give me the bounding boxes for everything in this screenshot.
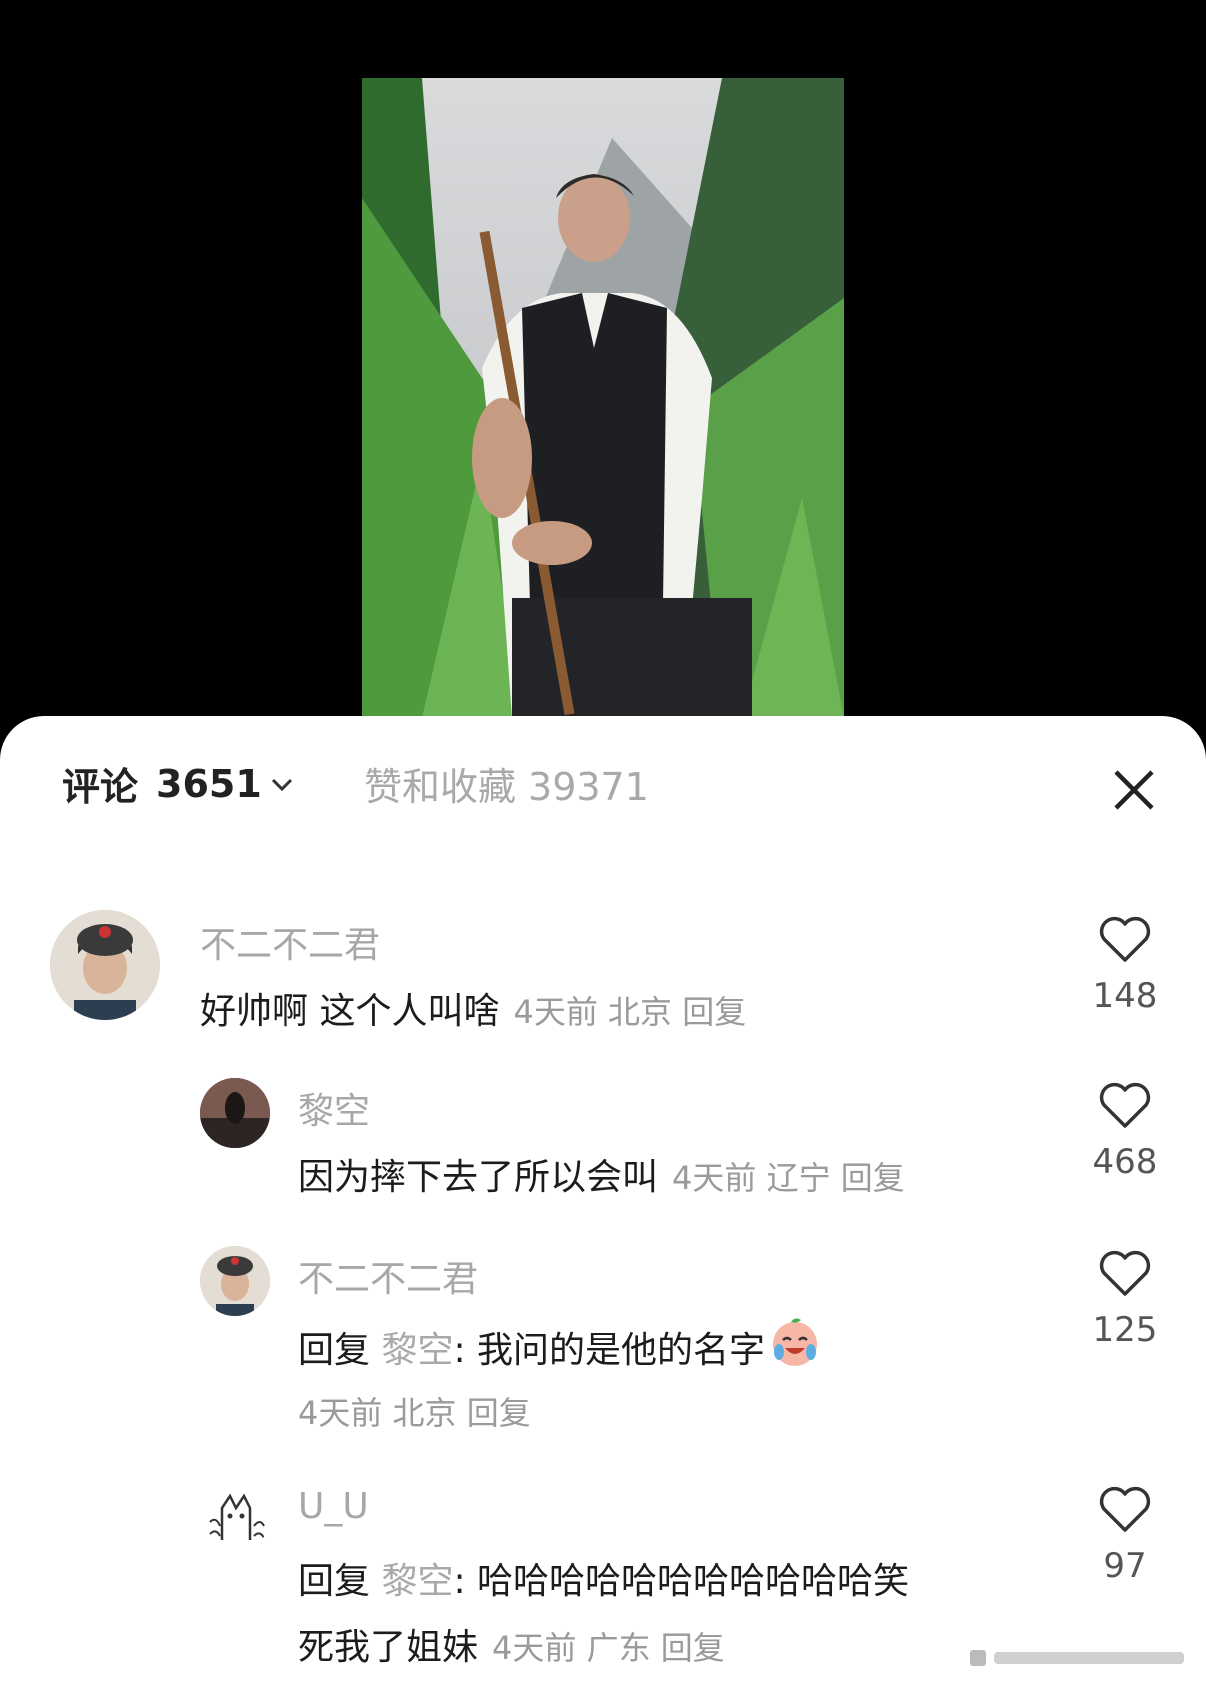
comment-text-row: 好帅啊 这个人叫啥 4天前 北京 回复 [200, 982, 746, 1034]
comment-text: 因为摔下去了所以会叫 [298, 1157, 659, 1198]
comment-username[interactable]: 黎空 [298, 1082, 370, 1134]
like-count: 468 [1092, 1142, 1158, 1182]
comment-text: : 我问的是他的名字 [453, 1330, 766, 1371]
reply-button[interactable]: 回复 [467, 1394, 531, 1432]
heart-icon [1099, 916, 1151, 962]
comment-location: 北京 [608, 993, 673, 1031]
reply-button[interactable]: 回复 [661, 1629, 725, 1667]
like-button[interactable]: 97 [1070, 1486, 1180, 1586]
comment-text-row: 回复 黎空: 我问的是他的名字 [298, 1316, 821, 1373]
heart-icon [1099, 1250, 1151, 1296]
comment-text-line1: : 哈哈哈哈哈哈哈哈哈哈哈笑 [453, 1561, 910, 1602]
comment-username[interactable]: 不二不二君 [200, 916, 380, 968]
comments-count: 3651 [156, 761, 262, 806]
comment-time: 4天前 [298, 1394, 383, 1432]
comment-text-row: 死我了姐妹 4天前 广东 回复 [298, 1618, 725, 1670]
avatar-image [200, 1482, 270, 1552]
video-frame[interactable] [362, 78, 844, 718]
tab-likes-label: 赞和收藏 [364, 765, 517, 809]
reply-button[interactable]: 回复 [841, 1159, 905, 1197]
reply-prefix: 回复 [298, 1561, 371, 1602]
avatar[interactable] [200, 1246, 270, 1316]
avatar-image [200, 1078, 270, 1148]
close-icon[interactable] [1110, 766, 1158, 814]
comment-time: 4天前 [672, 1159, 757, 1197]
reply-button[interactable]: 回复 [682, 993, 746, 1031]
reply-to-user[interactable]: 黎空 [381, 1330, 453, 1371]
like-count: 148 [1092, 976, 1158, 1016]
comment-username[interactable]: U_U [298, 1486, 369, 1527]
tab-comments[interactable]: 评论 3651 [62, 756, 296, 811]
heart-icon [1099, 1486, 1151, 1532]
comment-time: 4天前 [513, 993, 598, 1031]
like-count: 125 [1092, 1310, 1158, 1350]
heart-icon [1099, 1082, 1151, 1128]
reply-prefix: 回复 [298, 1330, 371, 1371]
video-thumbnail [362, 78, 844, 718]
comment-location: 北京 [392, 1394, 457, 1432]
likes-favorites-count: 39371 [528, 765, 649, 809]
like-button[interactable]: 148 [1070, 916, 1180, 1016]
comment-text-row: 因为摔下去了所以会叫 4天前 辽宁 回复 [298, 1148, 905, 1200]
comment-meta-row: 4天前 北京 回复 [298, 1388, 531, 1434]
comment-username[interactable]: 不二不二君 [298, 1250, 478, 1302]
like-button[interactable]: 468 [1070, 1082, 1180, 1182]
crying-laughing-emoji [773, 1318, 818, 1366]
comment-text-row: 回复 黎空: 哈哈哈哈哈哈哈哈哈哈哈笑 [298, 1552, 909, 1604]
comment-location: 辽宁 [766, 1159, 831, 1197]
tab-likes-favorites[interactable]: 赞和收藏 39371 [364, 756, 649, 811]
like-count: 97 [1103, 1546, 1147, 1586]
comment-time: 4天前 [492, 1629, 577, 1667]
watermark-logo [960, 1644, 1196, 1672]
tab-comments-label: 评论 [62, 765, 139, 809]
comment-location: 广东 [586, 1629, 651, 1667]
avatar[interactable] [50, 910, 160, 1020]
comment-text-line2: 死我了姐妹 [298, 1627, 479, 1668]
chevron-down-icon[interactable] [268, 770, 296, 798]
video-player[interactable] [0, 0, 1206, 760]
comment-sheet: 评论 3651 赞和收藏 39371 不二不二君 好帅啊 这个人叫啥 4天前 北京 回… [0, 716, 1206, 1685]
like-button[interactable]: 125 [1070, 1250, 1180, 1350]
comment-text: 好帅啊 这个人叫啥 [200, 991, 500, 1032]
avatar-image [50, 910, 160, 1020]
avatar[interactable] [200, 1078, 270, 1148]
avatar-image [200, 1246, 270, 1316]
reply-to-user[interactable]: 黎空 [381, 1561, 453, 1602]
avatar[interactable] [200, 1482, 270, 1552]
